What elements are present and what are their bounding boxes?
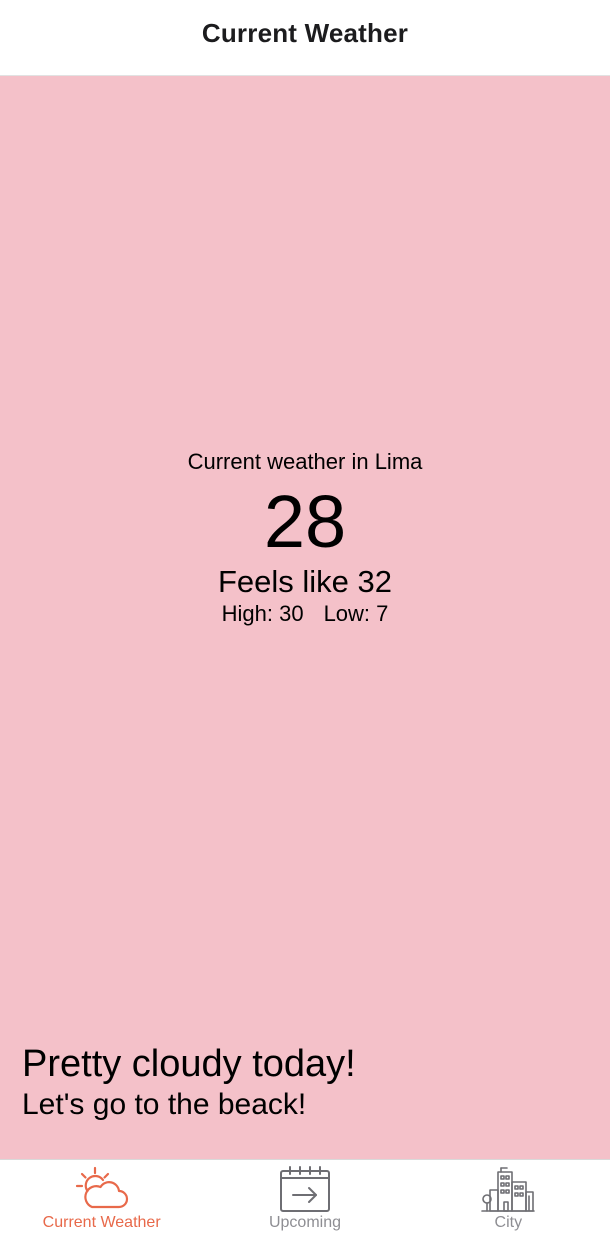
location-label: Current weather in Lima	[187, 449, 423, 474]
high-temperature: High: 30	[221, 601, 304, 626]
message-title: Pretty cloudy today!	[22, 1043, 356, 1085]
tab-label-current-weather: Current Weather	[42, 1214, 161, 1231]
city-buildings-icon	[481, 1166, 536, 1212]
tab-current-weather[interactable]: Current Weather	[0, 1160, 203, 1244]
navigation-header: Current Weather	[0, 0, 610, 76]
tab-label-upcoming: Upcoming	[268, 1214, 341, 1231]
high-low-row: High: 30 Low: 7	[0, 600, 610, 628]
page-title: Current Weather	[201, 18, 409, 48]
feels-like-label: Feels like 32	[217, 564, 393, 599]
calendar-arrow-icon	[278, 1166, 332, 1212]
low-temperature: Low: 7	[323, 601, 389, 626]
tab-label-city: City	[494, 1214, 523, 1231]
partly-cloudy-icon	[75, 1166, 129, 1212]
app-screen: Current Weather Current weather in Lima …	[0, 0, 610, 1244]
temperature-value: 28	[263, 480, 347, 563]
weather-message: Pretty cloudy today! Let's go to the bea…	[22, 1042, 356, 1124]
weather-content: Current weather in Lima 28 Feels like 32…	[0, 76, 610, 1159]
message-subtitle: Let's go to the beack!	[22, 1088, 307, 1121]
current-weather-summary: Current weather in Lima 28 Feels like 32…	[0, 448, 610, 628]
tab-upcoming[interactable]: Upcoming	[203, 1160, 406, 1244]
tab-city[interactable]: City	[407, 1160, 610, 1244]
tab-bar: Current Weather Upcoming City	[0, 1159, 610, 1244]
